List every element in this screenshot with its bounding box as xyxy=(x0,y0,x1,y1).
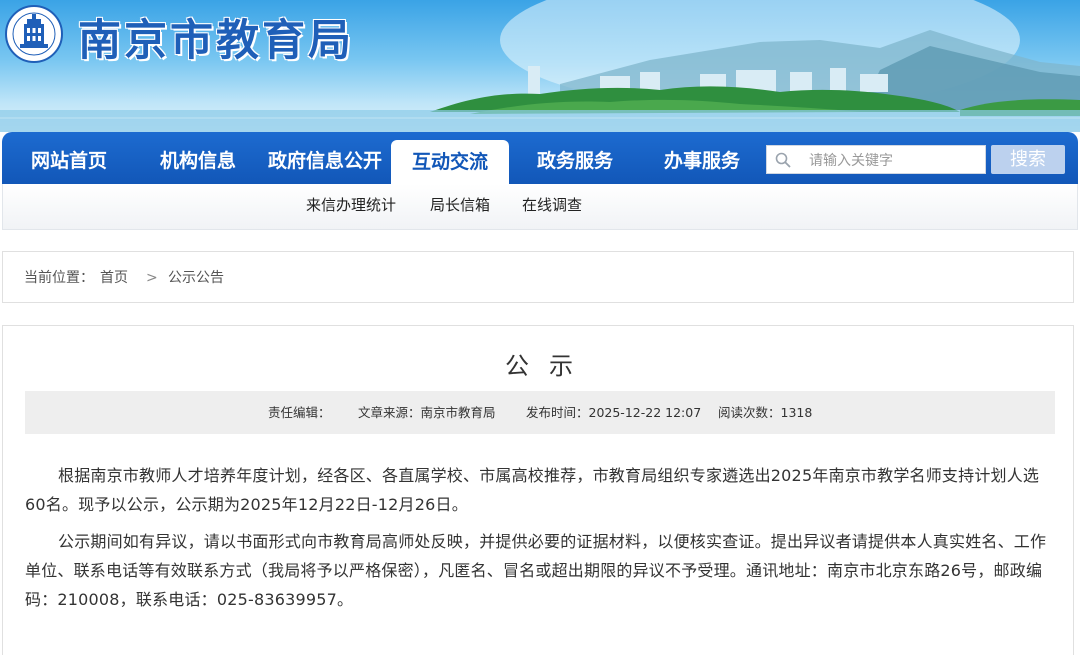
site-banner: 南京市教育局 xyxy=(0,0,1080,132)
article-paragraph: 根据南京市教师人才培养年度计划，经各区、各直属学校、市属高校推荐，市教育局组织专… xyxy=(25,466,1040,514)
nav-item-gov-services[interactable]: 政务服务 xyxy=(510,132,640,184)
article-title: 公示 xyxy=(505,352,593,380)
main-nav: 网站首页 机构信息 政府信息公开 互动交流 政务服务 办事服务 搜索 xyxy=(2,132,1078,184)
article-source: 文章来源：南京市教育局 xyxy=(358,405,496,420)
nav-item-home[interactable]: 网站首页 xyxy=(2,132,136,184)
breadcrumb-home-link[interactable]: 首页 xyxy=(100,252,128,304)
search-box xyxy=(766,145,986,174)
article-editor: 责任编辑： xyxy=(268,405,331,420)
nav-item-interaction[interactable]: 互动交流 xyxy=(391,140,509,184)
search-input[interactable] xyxy=(807,149,981,172)
article-view-count: 阅读次数：1318 xyxy=(718,405,813,420)
sub-nav: 来信办理统计 局长信箱 在线调查 xyxy=(2,184,1078,230)
breadcrumb-prefix: 当前位置： xyxy=(24,270,94,286)
breadcrumb-current-link[interactable]: 公示公告 xyxy=(168,252,224,304)
article-publish-time: 发布时间：2025-12-22 12:07 xyxy=(526,405,702,420)
site-title: 南京市教育局 xyxy=(78,16,354,66)
subnav-item-letter-stats[interactable]: 来信办理统计 xyxy=(306,184,396,230)
article-paragraph: 公示期间如有异议，请以书面形式向市教育局高师处反映，并提供必要的证据材料，以便核… xyxy=(25,532,1047,609)
nav-item-affairs[interactable]: 办事服务 xyxy=(640,132,764,184)
search-button[interactable]: 搜索 xyxy=(991,145,1065,174)
subnav-item-online-survey[interactable]: 在线调查 xyxy=(522,184,582,230)
article: 公示 责任编辑： 文章来源：南京市教育局 发布时间：2025-12-22 12:… xyxy=(2,325,1074,655)
search-icon xyxy=(775,152,791,168)
education-bureau-logo xyxy=(5,5,63,63)
breadcrumb: 当前位置： 首页 > 公示公告 xyxy=(2,251,1074,303)
article-meta-bar: 责任编辑： 文章来源：南京市教育局 发布时间：2025-12-22 12:07 … xyxy=(25,391,1055,434)
subnav-item-director-mailbox[interactable]: 局长信箱 xyxy=(430,184,490,230)
nav-item-gov-info[interactable]: 政府信息公开 xyxy=(260,132,390,184)
breadcrumb-separator: > xyxy=(146,270,158,286)
nav-item-organization[interactable]: 机构信息 xyxy=(136,132,260,184)
